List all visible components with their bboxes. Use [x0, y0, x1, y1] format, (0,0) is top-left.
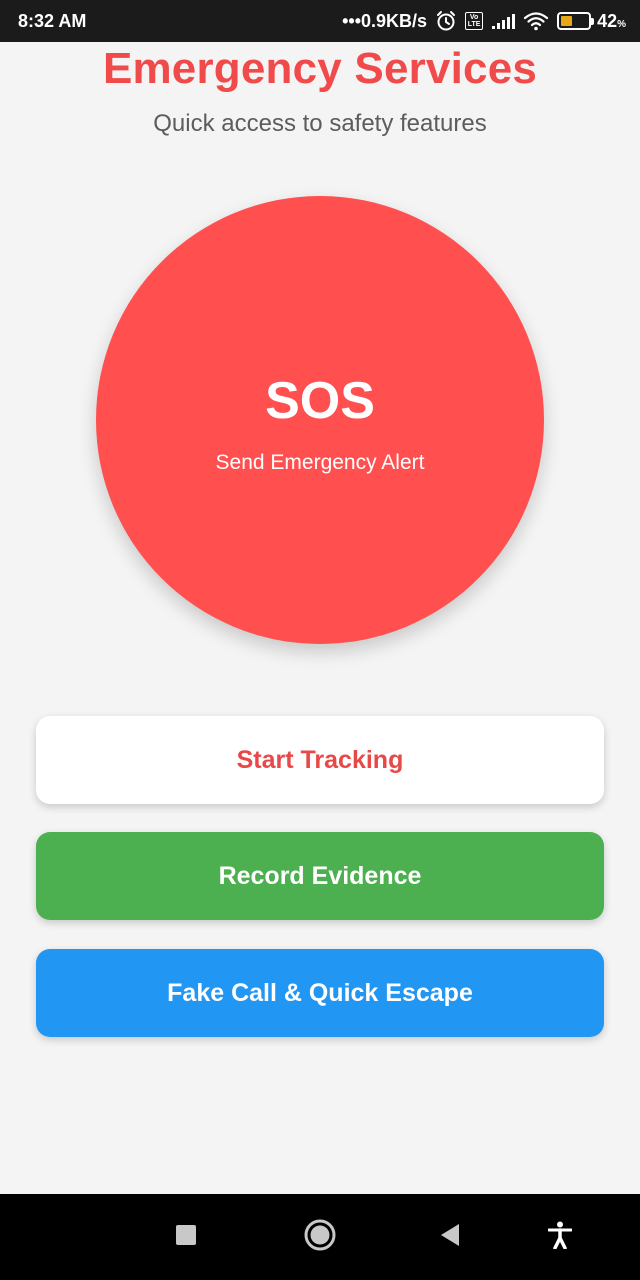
page-subtitle: Quick access to safety features: [153, 110, 487, 137]
home-circle-icon: [304, 1219, 336, 1256]
signal-icon: [491, 12, 516, 30]
sos-sublabel: Send Emergency Alert: [215, 451, 425, 474]
volte-icon: Vo LTE: [465, 12, 484, 30]
status-icons: •••0.9KB/s Vo LTE 42%: [342, 10, 626, 32]
page-title: Emergency Services: [102, 44, 538, 93]
start-tracking-button[interactable]: Start Tracking: [36, 716, 604, 804]
battery-percent: 42%: [597, 10, 626, 31]
accessibility-button[interactable]: [528, 1194, 592, 1280]
status-bar: 8:32 AM •••0.9KB/s Vo LTE 42%: [0, 0, 640, 42]
back-triangle-icon: [439, 1223, 461, 1252]
back-button[interactable]: [418, 1194, 482, 1280]
home-button[interactable]: [288, 1194, 352, 1280]
record-evidence-button[interactable]: Record Evidence: [36, 832, 604, 920]
battery-indicator: 42%: [557, 11, 626, 32]
sos-button[interactable]: SOS Send Emergency Alert: [96, 196, 544, 644]
battery-icon: [557, 12, 595, 30]
fake-call-button[interactable]: Fake Call & Quick Escape: [36, 949, 604, 1037]
accessibility-icon: [547, 1221, 573, 1254]
status-time: 8:32 AM: [18, 10, 87, 31]
navigation-bar: [0, 1194, 640, 1280]
wifi-icon: [523, 11, 549, 31]
network-speed: •••0.9KB/s: [342, 10, 428, 31]
recents-button[interactable]: [154, 1194, 218, 1280]
sos-label: SOS: [265, 372, 375, 430]
alarm-icon: [435, 10, 457, 32]
recents-square-icon: [175, 1224, 197, 1251]
